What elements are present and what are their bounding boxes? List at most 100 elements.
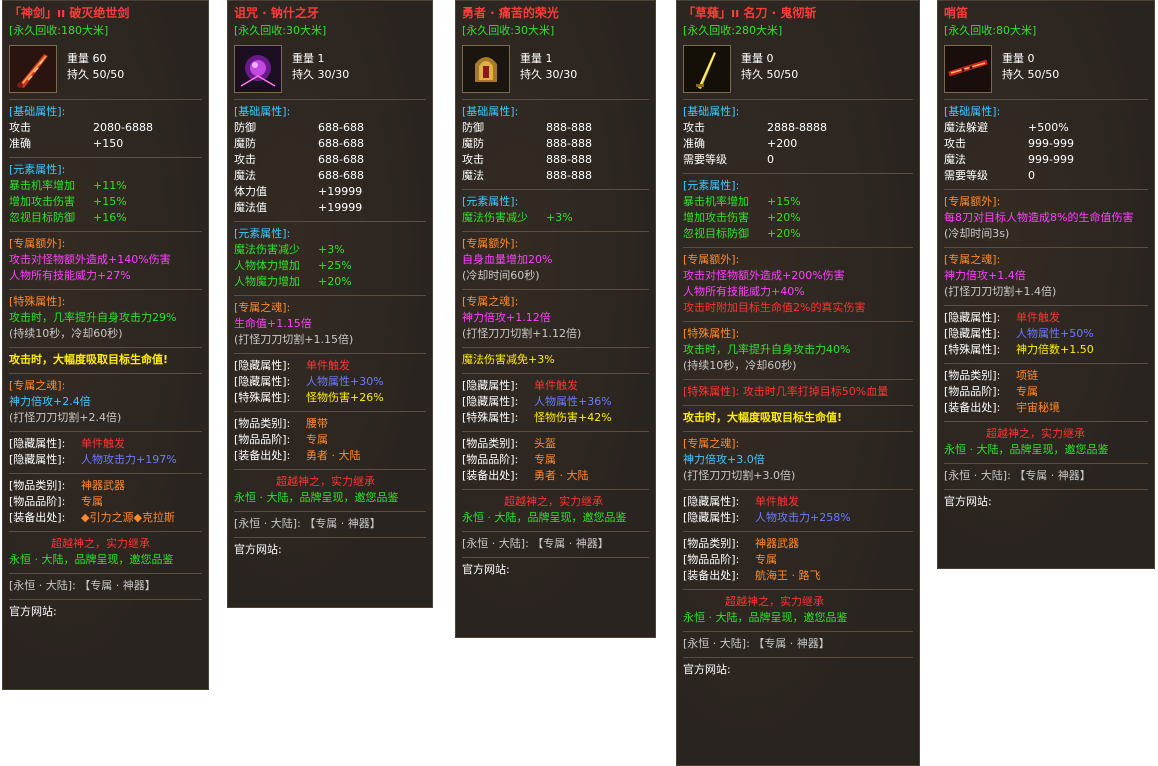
slogan-line: 永恒 · 大陆，品牌呈现，邀您品鉴 (944, 443, 1109, 456)
slogan-line: 超越神之，实力继承 (725, 595, 824, 608)
soul-line: 神力倍攻+1.12倍 (462, 311, 551, 324)
stat-value: 0 (1028, 169, 1035, 182)
magic-reduce-text: 魔法伤害减免+3% (462, 353, 555, 366)
stat-value: 888-888 (546, 153, 592, 166)
element-label: 忽视目标防御 (9, 211, 75, 224)
hidden-label: [隐藏属性]: (683, 495, 740, 508)
slogan-line: 超越神之，实力继承 (986, 427, 1085, 440)
stat-label: 准确 (9, 137, 31, 150)
hidden-label: [特殊属性]: (462, 411, 519, 424)
drain-text: 攻击时，大幅度吸取目标生命值! (9, 353, 169, 366)
soul-line: (打怪刀刀切割+1.12倍) (462, 327, 582, 340)
slogan-line: 永恒 · 大陆，品牌呈现，邀您品鉴 (462, 511, 627, 524)
info-value: 头盔 (534, 437, 556, 450)
extra-line: 每8刀对目标人物造成8%的生命值伤害 (944, 211, 1134, 224)
info-label: [物品类别]: (9, 479, 66, 492)
info-value: 勇者 · 大陆 (534, 469, 589, 482)
extra-line: 自身血量增加20% (462, 253, 553, 266)
hidden-label: [特殊属性]: (944, 343, 1001, 356)
element-value: +20% (318, 275, 352, 288)
section-basic-heading: [基础属性]: (683, 105, 740, 118)
stat-label: 攻击 (944, 137, 966, 150)
section-extra-heading: [专属额外]: (9, 237, 66, 250)
weight-text: 重量 0 (741, 52, 774, 65)
footer-line: [永恒 · 大陆]: 【专属 · 神器】 (683, 637, 830, 650)
site-line: 官方网站: (9, 605, 57, 618)
hidden-label: [隐藏属性]: (234, 359, 291, 372)
info-value: 专属 (306, 433, 328, 446)
extra-line: 攻击对怪物额外造成+200%伤害 (683, 269, 845, 282)
durability-text: 持久 30/30 (292, 68, 350, 81)
slogan-line: 永恒 · 大陆，品牌呈现，邀您品鉴 (9, 553, 174, 566)
special-line: (持续10秒，冷却60秒) (9, 327, 123, 340)
info-label: [物品类别]: (944, 369, 1001, 382)
golden-helmet-icon (462, 45, 510, 93)
stat-label: 体力值 (234, 185, 267, 198)
stat-label: 攻击 (462, 153, 484, 166)
stat-value: 888-888 (546, 169, 592, 182)
stat-label: 攻击 (683, 121, 705, 134)
soul-line: 神力倍攻+1.4倍 (944, 269, 1026, 282)
slogan-line: 永恒 · 大陆，品牌呈现，邀您品鉴 (234, 491, 399, 504)
stat-label: 需要等级 (683, 153, 727, 166)
site-line: 官方网站: (462, 563, 510, 576)
info-value: 专属 (534, 453, 556, 466)
element-label: 忽视目标防御 (683, 227, 749, 240)
weight-text: 重量 0 (1002, 52, 1035, 65)
recycle-value: [永久回收:80大米] (944, 24, 1037, 37)
section-element-heading: [元素属性]: (683, 179, 740, 192)
info-value: 专属 (1016, 385, 1038, 398)
stat-value: +200 (767, 137, 798, 150)
drain-text: 攻击时，大幅度吸取目标生命值! (683, 411, 843, 424)
element-value: +25% (318, 259, 352, 272)
stat-label: 魔法 (462, 169, 484, 182)
item-tooltip-whistle: 哨笛 [永久回收:80大米] 重量 0 持久 50/50 [基础属性]: 魔法躲… (937, 0, 1155, 569)
hidden-value: 人物属性+36% (534, 395, 612, 408)
info-value: 神器武器 (755, 537, 799, 550)
element-label: 增加攻击伤害 (683, 211, 749, 224)
section-soul-heading: [专属之魂]: (944, 253, 1001, 266)
special-line: 攻击时，几率提升自身攻击力40% (683, 343, 851, 356)
stat-value: 2080-6888 (93, 121, 153, 134)
slogan-line: 超越神之，实力继承 (51, 537, 150, 550)
item-title: 勇者 · 痛苦的荣光 (462, 6, 559, 20)
durability-text: 持久 30/30 (520, 68, 578, 81)
section-soul-heading: [专属之魂]: (234, 301, 291, 314)
info-label: [装备出处]: (9, 511, 66, 524)
stat-label: 魔防 (234, 137, 256, 150)
info-label: [物品品阶]: (944, 385, 1001, 398)
section-basic-heading: [基础属性]: (9, 105, 66, 118)
hidden-value: 怪物伤害+26% (306, 391, 384, 404)
durability-text: 持久 50/50 (741, 68, 799, 81)
info-label: [物品类别]: (234, 417, 291, 430)
stat-value: 888-888 (546, 137, 592, 150)
section-element-heading: [元素属性]: (9, 163, 66, 176)
hidden-value: 神力倍数+1.50 (1016, 343, 1094, 356)
stat-label: 魔法 (234, 169, 256, 182)
hidden-label: [隐藏属性]: (944, 327, 1001, 340)
flute-icon (944, 45, 992, 93)
hidden-value: 人物属性+50% (1016, 327, 1094, 340)
section-basic-heading: [基础属性]: (462, 105, 519, 118)
stat-value: 999-999 (1028, 137, 1074, 150)
hidden-value: 单件触发 (755, 495, 799, 508)
stat-value: +19999 (318, 185, 363, 198)
recycle-value: [永久回收:280大米] (683, 24, 783, 37)
stat-value: 0 (767, 153, 774, 166)
soul-line: 神力倍攻+2.4倍 (9, 395, 91, 408)
extra-line: (冷却时间60秒) (462, 269, 540, 282)
hidden-label: [特殊属性]: (234, 391, 291, 404)
footer-line: [永恒 · 大陆]: 【专属 · 神器】 (462, 537, 609, 550)
stat-label: 防御 (234, 121, 256, 134)
hidden-label: [隐藏属性]: (9, 453, 66, 466)
weight-text: 重量 1 (292, 52, 325, 65)
stat-value: +500% (1028, 121, 1069, 134)
section-basic-heading: [基础属性]: (234, 105, 291, 118)
section-extra-heading: [专属额外]: (944, 195, 1001, 208)
section-soul-heading: [专属之魂]: (462, 295, 519, 308)
weight-text: 重量 1 (520, 52, 553, 65)
element-label: 人物体力增加 (234, 259, 300, 272)
item-tooltip-curse-fang: 诅咒 · 钠什之牙 [永久回收:30大米] 重量 1 持久 30/30 [基础属… (227, 0, 433, 608)
recycle-value: [永久回收:30大米] (234, 24, 327, 37)
golden-blade-icon (683, 45, 731, 93)
